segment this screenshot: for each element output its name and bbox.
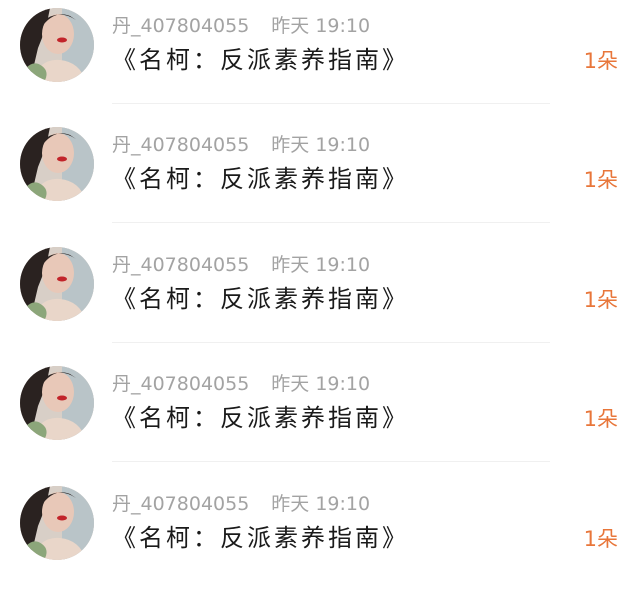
book-title[interactable]: 《名柯：反派素养指南》 [112,400,409,436]
book-title[interactable]: 《名柯：反派素养指南》 [112,161,409,197]
gift-record-list: 丹_407804055 昨天 19:10 《名柯：反派素养指南》 1朵 丹_407… [0,0,640,577]
user-avatar[interactable] [20,8,94,82]
username[interactable]: 丹_407804055 [112,373,249,395]
user-avatar[interactable] [20,127,94,201]
flower-count: 1朵 [583,168,618,192]
username[interactable]: 丹_407804055 [112,254,249,276]
username[interactable]: 丹_407804055 [112,134,249,156]
user-avatar-photo-icon [20,486,94,560]
timestamp: 昨天 19:10 [271,493,371,515]
divider [112,222,550,223]
timestamp: 昨天 19:10 [271,254,371,276]
divider [112,103,550,104]
flower-count: 1朵 [583,407,618,431]
book-title[interactable]: 《名柯：反派素养指南》 [112,281,409,317]
list-item[interactable]: 丹_407804055 昨天 19:10 《名柯：反派素养指南》 1朵 [0,358,640,477]
timestamp: 昨天 19:10 [271,134,371,156]
user-avatar-photo-icon [20,8,94,82]
flower-count: 1朵 [583,288,618,312]
item-meta: 丹_407804055 昨天 19:10 [112,370,370,398]
divider [112,342,550,343]
book-title[interactable]: 《名柯：反派素养指南》 [112,520,409,556]
item-meta: 丹_407804055 昨天 19:10 [112,251,370,279]
username[interactable]: 丹_407804055 [112,15,249,37]
timestamp: 昨天 19:10 [271,373,371,395]
list-item[interactable]: 丹_407804055 昨天 19:10 《名柯：反派素养指南》 1朵 [0,119,640,238]
flower-count: 1朵 [583,49,618,73]
user-avatar-photo-icon [20,127,94,201]
user-avatar-photo-icon [20,366,94,440]
username[interactable]: 丹_407804055 [112,493,249,515]
divider [112,461,550,462]
book-title[interactable]: 《名柯：反派素养指南》 [112,42,409,78]
user-avatar[interactable] [20,366,94,440]
list-item[interactable]: 丹_407804055 昨天 19:10 《名柯：反派素养指南》 1朵 [0,0,640,119]
list-item[interactable]: 丹_407804055 昨天 19:10 《名柯：反派素养指南》 1朵 [0,239,640,358]
user-avatar[interactable] [20,486,94,560]
list-item[interactable]: 丹_407804055 昨天 19:10 《名柯：反派素养指南》 1朵 [0,478,640,597]
timestamp: 昨天 19:10 [271,15,371,37]
user-avatar[interactable] [20,247,94,321]
item-meta: 丹_407804055 昨天 19:10 [112,12,370,40]
user-avatar-photo-icon [20,247,94,321]
flower-count: 1朵 [583,527,618,551]
item-meta: 丹_407804055 昨天 19:10 [112,490,370,518]
item-meta: 丹_407804055 昨天 19:10 [112,131,370,159]
